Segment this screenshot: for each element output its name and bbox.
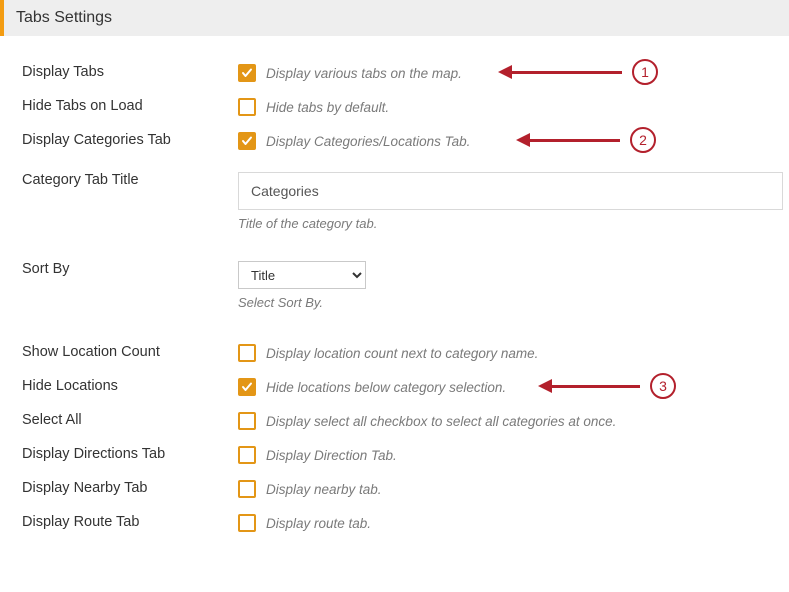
label-display-tabs: Display Tabs: [22, 64, 238, 80]
desc-display-route-tab: Display route tab.: [266, 516, 371, 531]
label-hide-locations: Hide Locations: [22, 378, 238, 394]
help-category-tab-title: Title of the category tab.: [238, 216, 377, 231]
annotation-badge-3: 3: [650, 373, 676, 399]
checkbox-display-directions-tab[interactable]: [238, 446, 256, 464]
row-display-route-tab: Display Route Tab Display route tab.: [22, 514, 771, 532]
desc-select-all: Display select all checkbox to select al…: [266, 414, 616, 429]
checkbox-hide-tabs-on-load[interactable]: [238, 98, 256, 116]
help-sort-by: Select Sort By.: [238, 295, 323, 310]
label-select-all: Select All: [22, 412, 238, 428]
settings-form: Display Tabs Display various tabs on the…: [0, 64, 789, 558]
annotation-3: 3: [538, 373, 676, 399]
checkbox-hide-locations[interactable]: [238, 378, 256, 396]
row-display-nearby-tab: Display Nearby Tab Display nearby tab.: [22, 480, 771, 498]
label-sort-by: Sort By: [22, 261, 238, 277]
row-category-tab-title: Category Tab Title Title of the category…: [22, 172, 771, 231]
desc-display-tabs: Display various tabs on the map.: [266, 66, 462, 81]
desc-show-location-count: Display location count next to category …: [266, 346, 538, 361]
annotation-2: 2: [516, 127, 656, 153]
check-icon: [241, 381, 253, 393]
row-display-tabs: Display Tabs Display various tabs on the…: [22, 64, 771, 82]
section-title: Tabs Settings: [16, 9, 112, 26]
arrow-left-icon: [498, 65, 512, 79]
row-display-categories-tab: Display Categories Tab Display Categorie…: [22, 132, 771, 150]
row-hide-locations: Hide Locations Hide locations below cate…: [22, 378, 771, 396]
label-show-location-count: Show Location Count: [22, 344, 238, 360]
section-header: Tabs Settings: [0, 0, 789, 36]
desc-hide-locations: Hide locations below category selection.: [266, 380, 506, 395]
desc-hide-tabs-on-load: Hide tabs by default.: [266, 100, 389, 115]
desc-display-nearby-tab: Display nearby tab.: [266, 482, 382, 497]
annotation-badge-1: 1: [632, 59, 658, 85]
check-icon: [241, 67, 253, 79]
checkbox-display-categories-tab[interactable]: [238, 132, 256, 150]
checkbox-show-location-count[interactable]: [238, 344, 256, 362]
arrow-body: [512, 71, 622, 74]
input-category-tab-title[interactable]: [238, 172, 783, 210]
row-hide-tabs-on-load: Hide Tabs on Load Hide tabs by default.: [22, 98, 771, 116]
arrow-left-icon: [538, 379, 552, 393]
row-show-location-count: Show Location Count Display location cou…: [22, 344, 771, 362]
label-category-tab-title: Category Tab Title: [22, 172, 238, 188]
arrow-body: [530, 139, 620, 142]
checkbox-display-route-tab[interactable]: [238, 514, 256, 532]
label-display-categories-tab: Display Categories Tab: [22, 132, 238, 148]
arrow-left-icon: [516, 133, 530, 147]
label-display-directions-tab: Display Directions Tab: [22, 446, 238, 462]
desc-display-directions-tab: Display Direction Tab.: [266, 448, 397, 463]
annotation-1: 1: [498, 59, 658, 85]
desc-display-categories-tab: Display Categories/Locations Tab.: [266, 134, 470, 149]
arrow-body: [552, 385, 640, 388]
label-display-route-tab: Display Route Tab: [22, 514, 238, 530]
checkbox-display-tabs[interactable]: [238, 64, 256, 82]
row-sort-by: Sort By Title Select Sort By.: [22, 261, 771, 310]
checkbox-display-nearby-tab[interactable]: [238, 480, 256, 498]
label-hide-tabs-on-load: Hide Tabs on Load: [22, 98, 238, 114]
row-display-directions-tab: Display Directions Tab Display Direction…: [22, 446, 771, 464]
checkbox-select-all[interactable]: [238, 412, 256, 430]
annotation-badge-2: 2: [630, 127, 656, 153]
row-select-all: Select All Display select all checkbox t…: [22, 412, 771, 430]
check-icon: [241, 135, 253, 147]
label-display-nearby-tab: Display Nearby Tab: [22, 480, 238, 496]
select-sort-by[interactable]: Title: [238, 261, 366, 289]
